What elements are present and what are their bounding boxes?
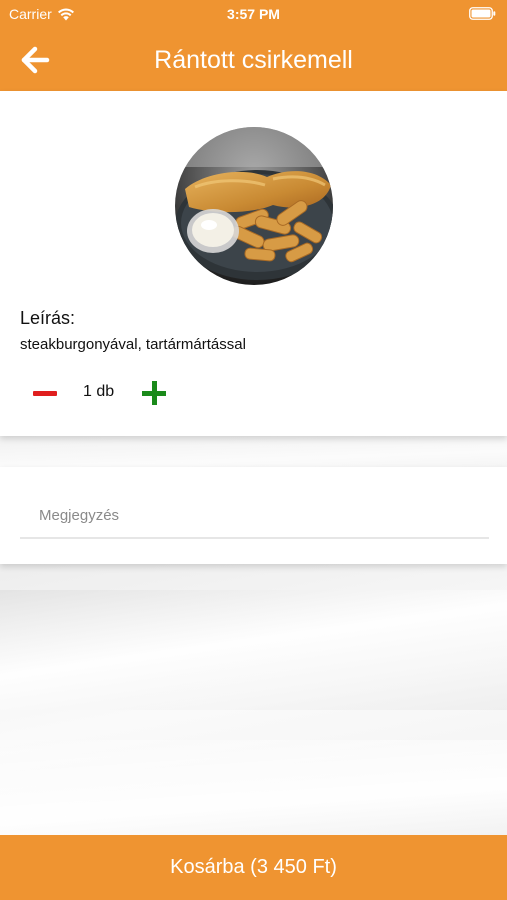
decrease-quantity-button[interactable] <box>29 378 61 408</box>
description-label: Leírás: <box>20 308 76 328</box>
product-image <box>175 127 333 285</box>
background-streak <box>0 740 507 840</box>
description-text: steakburgonyával, tartármártással <box>20 336 246 353</box>
quantity-value: 1 db <box>83 383 115 400</box>
quantity-stepper: 1 db <box>0 376 507 410</box>
product-card: Leírás: steakburgonyával, tartármártássa… <box>0 91 507 436</box>
header: Carrier 3:57 PM Rántott csirkemell <box>0 0 507 91</box>
increase-quantity-button[interactable] <box>139 378 169 408</box>
note-input[interactable] <box>20 493 489 539</box>
add-to-cart-button[interactable]: Kosárba (3 450 Ft) <box>0 835 507 900</box>
status-bar: Carrier 3:57 PM <box>0 0 507 28</box>
battery-icon <box>469 7 496 20</box>
status-time: 3:57 PM <box>227 6 280 22</box>
page-title: Rántott csirkemell <box>154 46 353 74</box>
nav-bar: Rántott csirkemell <box>0 28 507 91</box>
background-streak <box>0 590 507 710</box>
food-photo <box>175 127 333 285</box>
minus-icon <box>33 391 57 396</box>
note-card <box>0 467 507 564</box>
